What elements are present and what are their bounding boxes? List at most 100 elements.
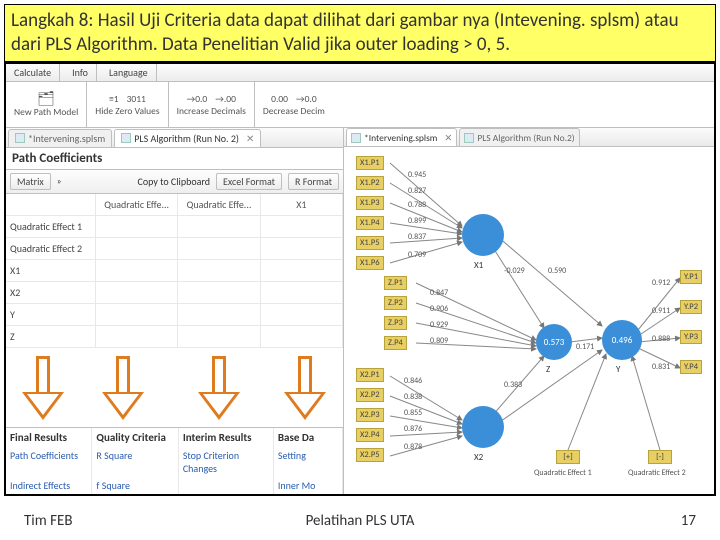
lv-y[interactable]: 0.496 — [602, 320, 642, 360]
app-window: Calculate Info Language 🗂 New Path Model… — [4, 62, 716, 496]
quad2-label: Quadratic Effect 2 — [628, 468, 686, 478]
ind-x2p5[interactable]: X2.P5 — [356, 448, 384, 462]
ind-zp3[interactable]: Z.P3 — [384, 316, 407, 330]
loading: 0.912 — [652, 278, 670, 288]
loading: 0.827 — [408, 186, 426, 196]
ind-yp4[interactable]: Y.P4 — [680, 360, 702, 374]
lv-x1-label: X1 — [474, 260, 483, 271]
loading: 0.831 — [652, 362, 670, 372]
menu-info[interactable]: Info — [64, 64, 97, 81]
tool-label: New Path Model — [14, 106, 78, 118]
dec-dec-icon-2: →0.0 — [296, 93, 317, 105]
left-panel: *Intervening.splsm PLS Algorithm (Run No… — [6, 128, 344, 494]
btn-label: Matrix — [17, 175, 44, 188]
footer-center: Pelatihan PLS UTA — [306, 512, 415, 530]
tool-decrease-decimals[interactable]: 0.00 →0.0 Decrease Decim — [255, 82, 333, 127]
tool-label: Increase Decimals — [177, 105, 246, 117]
loading: 0.878 — [404, 442, 422, 452]
matrix-button[interactable]: Matrix — [10, 173, 51, 190]
results-header: Quality Criteria — [92, 428, 178, 447]
menubar: Calculate Info Language — [6, 64, 714, 82]
link-stop-criterion[interactable]: Stop Criterion Changes — [179, 447, 274, 477]
z-inner-value: 0.573 — [544, 337, 565, 348]
file-icon — [15, 133, 25, 143]
ind-quad1[interactable]: [+] — [556, 450, 580, 464]
ind-zp1[interactable]: Z.P1 — [384, 276, 407, 290]
instruction-box: Langkah 8: Hasil Uji Criteria data dapat… — [4, 4, 716, 62]
ind-x2p4[interactable]: X2.P4 — [356, 428, 384, 442]
menu-language[interactable]: Language — [101, 64, 157, 81]
ind-x2p2[interactable]: X2.P2 — [356, 388, 384, 402]
col-empty — [6, 194, 96, 216]
tool-label: Decrease Decim — [263, 105, 325, 117]
link-indirect-effects[interactable]: Indirect Effects — [6, 477, 92, 494]
slide-footer: Tim FEB Pelatihan PLS UTA 17 — [0, 512, 720, 530]
r-format-button[interactable]: R Format — [288, 173, 339, 190]
tab-model-file[interactable]: *Intervening.splsm — [8, 129, 112, 147]
link-f-square[interactable]: f Square — [92, 477, 178, 494]
toolbar: 🗂 New Path Model ≡1 3011 Hide Zero Value… — [6, 82, 714, 128]
col-header: X1 — [261, 194, 343, 216]
ind-x2p1[interactable]: X2.P1 — [356, 368, 384, 382]
ind-zp2[interactable]: Z.P2 — [384, 296, 407, 310]
path-coef: -0.029 — [504, 266, 525, 276]
lv-x2[interactable] — [462, 406, 504, 448]
arrows-overlay — [6, 348, 343, 427]
tool-increase-decimals[interactable]: →0.0 →.00 Increase Decimals — [169, 82, 255, 127]
lv-y-label: Y — [616, 364, 620, 375]
down-arrow-icon — [102, 356, 144, 426]
loading: 0.838 — [404, 392, 422, 402]
ind-yp2[interactable]: Y.P2 — [680, 300, 702, 314]
ind-x1p4[interactable]: X1.P4 — [356, 216, 384, 230]
link-r-square[interactable]: R Square — [92, 447, 178, 477]
dec-dec-icon: 0.00 — [271, 93, 288, 105]
loading: 0.911 — [652, 306, 670, 316]
ind-yp3[interactable]: Y.P3 — [680, 330, 702, 344]
loading: 0.837 — [408, 232, 426, 242]
tool-hide-zero[interactable]: ≡1 3011 Hide Zero Values — [87, 82, 168, 127]
row-header: X2 — [6, 282, 96, 304]
down-arrow-icon — [22, 356, 64, 426]
loading: 0.788 — [408, 200, 426, 210]
lv-z-label: Z — [546, 364, 550, 375]
y-inner-value: 0.496 — [612, 335, 633, 346]
ind-x1p3[interactable]: X1.P3 — [356, 196, 384, 210]
results-header: Interim Results — [179, 428, 274, 447]
ind-x1p2[interactable]: X1.P2 — [356, 176, 384, 190]
loading: 0.846 — [404, 376, 422, 386]
ind-zp4[interactable]: Z.P4 — [384, 336, 407, 350]
ind-x2p3[interactable]: X2.P3 — [356, 408, 384, 422]
link-inner-model[interactable]: Inner Mo — [274, 477, 343, 494]
results-tabs: Final Results Quality Criteria Interim R… — [6, 427, 343, 494]
sub-toolbar: Matrix » Copy to Clipboard Excel Format … — [6, 170, 343, 194]
link-path-coefficients[interactable]: Path Coefficients — [6, 447, 92, 477]
new-model-icon: 🗂 — [37, 92, 55, 106]
lv-x1[interactable] — [462, 214, 504, 256]
report-icon — [121, 133, 131, 143]
tool-new-path-model[interactable]: 🗂 New Path Model — [6, 82, 87, 127]
loading: 0.809 — [430, 336, 448, 346]
quad1-label: Quadratic Effect 1 — [534, 468, 592, 478]
lv-x2-label: X2 — [474, 452, 483, 463]
close-icon[interactable]: ✕ — [246, 132, 254, 145]
inc-dec-icon: →0.0 — [187, 93, 208, 105]
row-header: X1 — [6, 260, 96, 282]
loading: 0.945 — [408, 170, 426, 180]
excel-format-button[interactable]: Excel Format — [216, 173, 282, 190]
copy-label: Copy to Clipboard — [138, 175, 210, 188]
ind-yp1[interactable]: Y.P1 — [680, 270, 702, 284]
coefficients-table: Quadratic Effe... Quadratic Effe... X1 Q… — [6, 194, 343, 348]
lv-z[interactable]: 0.573 — [536, 324, 572, 360]
link-setting[interactable]: Setting — [274, 447, 343, 477]
ind-x1p6[interactable]: X1.P6 — [356, 256, 384, 270]
ind-quad2[interactable]: [-] — [648, 450, 672, 464]
row-header: Z — [6, 326, 96, 348]
ind-x1p1[interactable]: X1.P1 — [356, 156, 384, 170]
loading: 0.855 — [404, 408, 422, 418]
page-number: 17 — [681, 512, 696, 530]
col-header: Quadratic Effe... — [178, 194, 260, 216]
ind-x1p5[interactable]: X1.P5 — [356, 236, 384, 250]
tab-pls-algorithm[interactable]: PLS Algorithm (Run No. 2) ✕ — [114, 129, 261, 147]
menu-calculate[interactable]: Calculate — [6, 64, 60, 81]
hide-zero-icon-2: 3011 — [127, 93, 146, 105]
